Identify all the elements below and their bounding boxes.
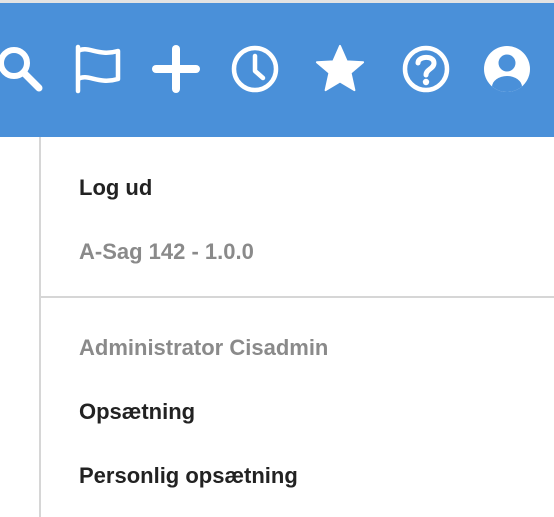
help-icon[interactable]: [400, 43, 452, 95]
personal-setup-menu-item[interactable]: Personlig opsætning: [79, 463, 298, 489]
version-label: A-Sag 142 - 1.0.0: [79, 239, 254, 264]
user-dropdown-menu: Log ud A-Sag 142 - 1.0.0 Administrator C…: [39, 137, 554, 517]
user-icon[interactable]: [481, 43, 533, 95]
user-name-label: Administrator Cisadmin: [79, 335, 329, 360]
top-toolbar: [0, 3, 554, 137]
clock-icon[interactable]: [229, 43, 281, 95]
logout-menu-item[interactable]: Log ud: [79, 175, 152, 201]
star-icon[interactable]: [314, 43, 366, 95]
plus-icon[interactable]: [150, 43, 202, 95]
flag-icon[interactable]: [72, 43, 124, 95]
setup-menu-item[interactable]: Opsætning: [79, 399, 195, 425]
search-icon[interactable]: [0, 43, 46, 95]
menu-divider: [41, 296, 554, 298]
